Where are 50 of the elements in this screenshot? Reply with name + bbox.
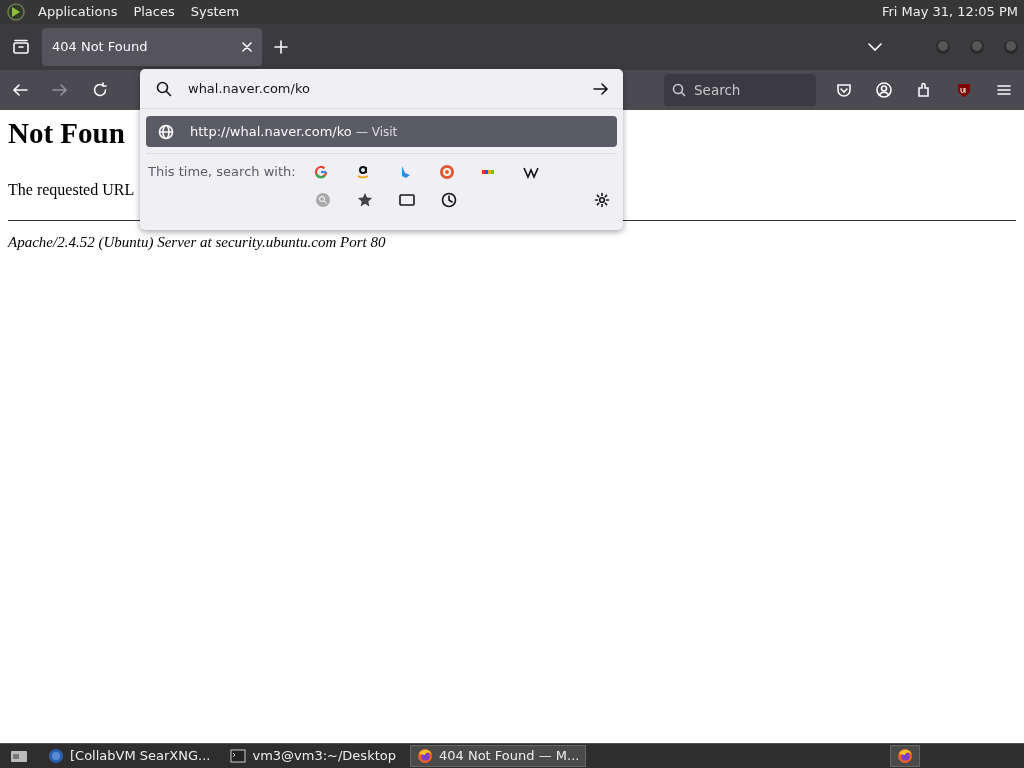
taskbar-button[interactable]: 404 Not Found — M... — [410, 745, 587, 767]
history-icon — [441, 192, 457, 208]
extensions-icon — [916, 82, 932, 98]
suggestion-action: — Visit — [355, 124, 398, 139]
plus-icon — [274, 40, 288, 54]
reload-icon — [92, 82, 108, 98]
terminal-icon — [230, 748, 247, 764]
address-field[interactable]: whal.naver.com/ko — [140, 69, 623, 109]
suggestion-row[interactable]: http://whal.naver.com/ko — Visit — [146, 116, 617, 147]
panel-menu[interactable]: System — [186, 2, 244, 22]
distro-logo-icon[interactable] — [6, 2, 26, 22]
taskbar-button[interactable]: vm3@vm3:~/Desktop — [224, 745, 402, 767]
tab-title: 404 Not Found — [52, 38, 149, 57]
tab-icon — [399, 192, 415, 208]
star-icon — [357, 192, 373, 208]
amazon-icon — [355, 164, 371, 180]
panel-menu[interactable]: Places — [129, 2, 179, 22]
address-text: whal.naver.com/ko — [188, 79, 311, 98]
fox-icon — [417, 748, 433, 764]
tab-list-icon — [12, 38, 30, 56]
search-icon — [156, 80, 172, 97]
search-field[interactable]: Search — [664, 74, 816, 106]
shield-icon — [956, 82, 972, 98]
server-signature: Apache/2.4.52 (Ubuntu) Server at security.ubuntu.com Port 80 — [8, 232, 387, 252]
search-icon — [672, 83, 686, 97]
browser-tab[interactable]: 404 Not Found — [42, 28, 262, 66]
fox-icon — [897, 748, 913, 764]
globe-icon — [48, 748, 64, 764]
search-with-label: This time, search with: — [148, 163, 297, 182]
search-icon — [315, 192, 331, 208]
panel-menu[interactable]: Applications — [34, 2, 122, 22]
desktop-icon — [10, 748, 28, 764]
launcher-button[interactable] — [890, 745, 920, 767]
go-arrow-icon[interactable] — [593, 81, 609, 96]
arrow-right-icon — [52, 83, 68, 97]
duck-icon — [439, 164, 455, 180]
pocket-icon — [836, 82, 852, 98]
google-icon — [313, 164, 329, 180]
globe-icon — [158, 123, 174, 140]
taskbar-button[interactable]: [CollabVM SearXNG... — [42, 745, 217, 767]
chevron-down-icon — [868, 42, 882, 52]
suggestion-url: http://whal.naver.com/ko — [190, 123, 352, 139]
page-text: The requested URL — [8, 179, 135, 201]
account-icon — [876, 82, 892, 98]
close-icon[interactable] — [242, 42, 252, 52]
page-heading: Not Foun — [8, 116, 125, 151]
arrow-left-icon — [12, 83, 28, 97]
search-placeholder: Search — [694, 80, 741, 100]
panel-clock: Fri May 31, 12:05 PM — [881, 3, 1018, 22]
menu-icon — [996, 82, 1012, 98]
